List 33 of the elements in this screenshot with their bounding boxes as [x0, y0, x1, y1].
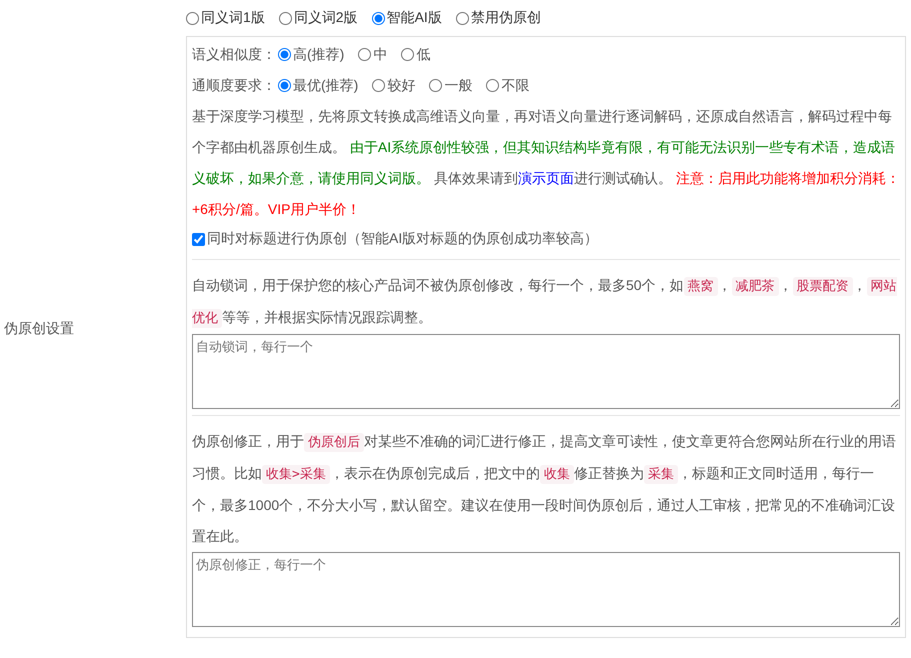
radio-button[interactable]	[401, 48, 414, 61]
radio-button[interactable]	[372, 79, 386, 92]
option-label: 同义词1版	[201, 9, 265, 27]
option-label: 智能AI版	[386, 9, 442, 27]
lock-words-field[interactable]: 自动锁词，每行一个	[192, 334, 900, 409]
radio-button[interactable]	[372, 12, 385, 24]
option-label: 同义词2版	[294, 9, 358, 27]
option-label: 一般	[444, 76, 472, 94]
option-label: 中	[373, 46, 388, 64]
field-label: 语义相似度：	[192, 46, 276, 64]
help-text: 自动锁词，用于保护您的核心产品词不被伪原创修改，每行一个，最多50个，如 燕窝 ， 减肥茶 ， 股票配资 ， 网站优化 等等，并根据实际情况跟踪调整。	[192, 276, 898, 330]
description-text: 基于深度学习模型，先将原文转换成高维语义向量，再对语义向量进行逐词解码，还原成自然语言，解码过程中每个字都由机器原创生成。 由于AI系统原创性较强，但其知识结构毕竟有限，有可能无法识别一些专有术语，造成语义破坏，如果介意，请使用同义词版。 具体效果请到演示页面进行测试确认。 注意：启用此功能将增加积分消耗：+6积分/篇。VIP用户半价！	[192, 107, 900, 219]
radio-button[interactable]	[278, 79, 291, 92]
radio-button[interactable]	[278, 12, 292, 24]
radio-button[interactable]	[278, 48, 291, 61]
help-text: 伪原创修正，用于 伪原创后 对某些不准确的词汇进行修正，提高文章可读性，使文章更符合您网站所在行业的用语习惯。比如 收集>采集 ，表示在伪原创完成后，把文中的 收集 修正替换为 采集 ，标题和正文同时适用，每行一个，最多1000个，不分大小写，默认留空。建议在使用一段时间伪原创后，通过人工审核，把常见的不准确词汇设置在此。	[192, 432, 897, 546]
radio-button[interactable]	[456, 12, 469, 24]
option-label: 不限	[501, 76, 530, 94]
radio-button[interactable]	[186, 12, 199, 24]
option-label: 禁用伪原创	[470, 9, 541, 27]
correction-field[interactable]: 伪原创修正，每行一个	[192, 552, 900, 627]
option-label: 较好	[387, 76, 416, 94]
field-label: 通顺度要求：	[192, 76, 276, 94]
option-label: 最优(推荐)	[293, 76, 358, 94]
checkbox[interactable]	[192, 232, 205, 246]
checkbox-label: 同时对标题进行伪原创（智能AI版对标题的伪原创成功率较高）	[207, 230, 598, 248]
option-label: 低	[416, 46, 430, 64]
radio-button[interactable]	[429, 79, 442, 92]
demo-link[interactable]: 演示页面	[518, 170, 574, 186]
radio-button[interactable]	[358, 48, 372, 61]
setting-label: 伪原创设置	[4, 320, 74, 338]
radio-button[interactable]	[486, 79, 500, 92]
option-label: 高(推荐)	[293, 46, 344, 64]
